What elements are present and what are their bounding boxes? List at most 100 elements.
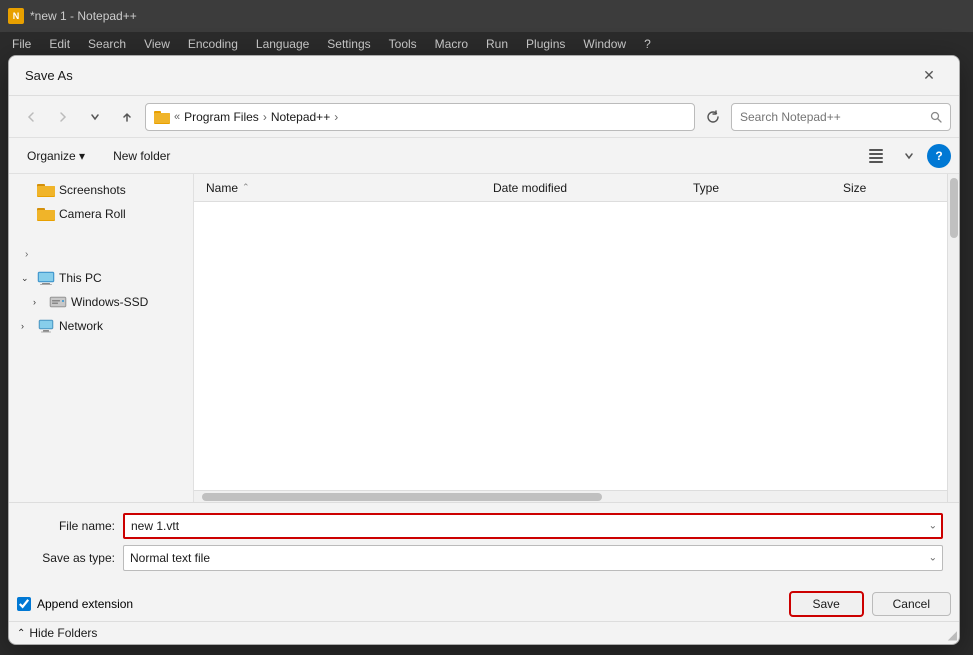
menu-encoding[interactable]: Encoding [180, 35, 246, 53]
col-header-date[interactable]: Date modified [489, 179, 689, 197]
breadcrumb-part1[interactable]: Program Files [184, 110, 259, 124]
menu-macro[interactable]: Macro [427, 35, 476, 53]
menu-search[interactable]: Search [80, 35, 134, 53]
sidebar-item-windows-ssd[interactable]: › Windows-SSD [9, 290, 193, 314]
sidebar-item-network[interactable]: › Network [9, 314, 193, 338]
dialog-title: Save As [25, 68, 73, 83]
breadcrumb-dropdown-button[interactable] [81, 103, 109, 131]
append-extension-label[interactable]: Append extension [37, 597, 133, 611]
network-label: Network [59, 319, 103, 333]
breadcrumb-sep1: › [263, 110, 267, 124]
menu-window[interactable]: Window [575, 35, 634, 53]
menu-edit[interactable]: Edit [41, 35, 78, 53]
menu-language[interactable]: Language [248, 35, 317, 53]
expand-arrow-ssd: › [33, 297, 45, 307]
expand-arrow-network: › [21, 321, 33, 331]
notepad-menubar: File Edit Search View Encoding Language … [0, 32, 973, 56]
sidebar-item-camera-roll[interactable]: Camera Roll [9, 202, 193, 226]
sidebar: Screenshots Camera Roll › ⌄ [9, 174, 194, 502]
windows-ssd-icon [49, 295, 67, 309]
notepad-title: *new 1 - Notepad++ [30, 9, 137, 23]
sidebar-item-screenshots[interactable]: Screenshots [9, 178, 193, 202]
notepad-icon: N [8, 8, 24, 24]
dialog-close-button[interactable]: ✕ [915, 62, 943, 90]
file-list-header: Name ⌃ Date modified Type Size [194, 174, 947, 202]
cancel-button[interactable]: Cancel [872, 592, 951, 616]
vertical-scrollbar[interactable] [947, 174, 959, 502]
new-folder-button[interactable]: New folder [103, 146, 180, 166]
savetype-row: Save as type: Normal text file ⌄ [25, 545, 943, 571]
horizontal-scrollbar[interactable] [194, 490, 947, 502]
sidebar-expand-row[interactable]: › [9, 242, 193, 266]
append-extension-checkbox[interactable] [17, 597, 31, 611]
navigation-bar: « Program Files › Notepad++ › [9, 96, 959, 138]
screenshots-label: Screenshots [59, 183, 126, 197]
breadcrumb-sep2: › [334, 110, 338, 124]
notepad-titlebar: N *new 1 - Notepad++ [0, 0, 973, 32]
menu-file[interactable]: File [4, 35, 39, 53]
help-button[interactable]: ? [927, 144, 951, 168]
hide-folders-label: Hide Folders [29, 626, 97, 640]
toolbar-right: ? [863, 142, 951, 170]
dialog-titlebar: Save As ✕ [9, 56, 959, 96]
footer-row: Append extension Save Cancel [9, 585, 959, 621]
savetype-select-wrap: Normal text file ⌄ [123, 545, 943, 571]
menu-view[interactable]: View [136, 35, 178, 53]
filename-input[interactable] [123, 513, 943, 539]
screenshots-folder-icon [37, 183, 55, 197]
hide-folders-arrow: ⌃ [17, 628, 25, 639]
breadcrumb-bar: « Program Files › Notepad++ › [145, 103, 695, 131]
file-list-body [194, 202, 947, 490]
menu-help[interactable]: ? [636, 35, 659, 53]
h-scrollbar-thumb[interactable] [202, 493, 602, 501]
filename-input-wrap: ⌄ [123, 513, 943, 539]
resize-handle[interactable]: ◢ [948, 628, 957, 642]
col-header-size[interactable]: Size [839, 179, 939, 197]
savetype-label: Save as type: [25, 551, 115, 565]
breadcrumb-folder-icon [154, 110, 170, 124]
v-scrollbar-thumb[interactable] [950, 178, 958, 238]
up-button[interactable] [113, 103, 141, 131]
savetype-select[interactable]: Normal text file [123, 545, 943, 571]
breadcrumb-label: « [174, 111, 180, 123]
filename-row: File name: ⌄ [25, 513, 943, 539]
view-icon-button[interactable] [863, 142, 891, 170]
append-ext-wrap: Append extension [17, 597, 133, 611]
col-header-name[interactable]: Name ⌃ [202, 179, 489, 197]
toolbar-row: Organize ▾ New folder ? [9, 138, 959, 174]
file-list-container: Name ⌃ Date modified Type Size [194, 174, 947, 502]
network-icon [37, 319, 55, 333]
list-view-icon [869, 149, 885, 163]
search-bar [731, 103, 951, 131]
search-input[interactable] [740, 110, 926, 124]
organize-button[interactable]: Organize ▾ [17, 146, 95, 166]
search-icon [930, 111, 942, 123]
hide-folders-row: ⌃ Hide Folders [9, 621, 959, 644]
menu-plugins[interactable]: Plugins [518, 35, 573, 53]
menu-settings[interactable]: Settings [319, 35, 378, 53]
refresh-button[interactable] [699, 103, 727, 131]
forward-button[interactable] [49, 103, 77, 131]
hide-folders-button[interactable]: ⌃ Hide Folders [17, 626, 97, 640]
camera-roll-label: Camera Roll [59, 207, 126, 221]
save-button[interactable]: Save [789, 591, 864, 617]
expand-chevron: › [25, 249, 28, 260]
sidebar-item-this-pc[interactable]: ⌄ This PC [9, 266, 193, 290]
bottom-form: File name: ⌄ Save as type: Normal text f… [9, 502, 959, 585]
menu-tools[interactable]: Tools [381, 35, 425, 53]
view-dropdown-button[interactable] [895, 142, 923, 170]
save-as-dialog: Save As ✕ « Program Files › Notepad++ [8, 55, 960, 645]
breadcrumb-part2[interactable]: Notepad++ [271, 110, 330, 124]
expand-arrow-this-pc: ⌄ [21, 273, 33, 284]
back-button[interactable] [17, 103, 45, 131]
sort-arrow: ⌃ [242, 182, 250, 193]
menu-run[interactable]: Run [478, 35, 516, 53]
file-list: Name ⌃ Date modified Type Size [194, 174, 947, 490]
camera-roll-folder-icon [37, 207, 55, 221]
main-content: Screenshots Camera Roll › ⌄ [9, 174, 959, 502]
col-header-type[interactable]: Type [689, 179, 839, 197]
windows-ssd-label: Windows-SSD [71, 295, 148, 309]
this-pc-icon [37, 271, 55, 285]
filename-label: File name: [25, 519, 115, 533]
sidebar-spacer [9, 226, 193, 242]
